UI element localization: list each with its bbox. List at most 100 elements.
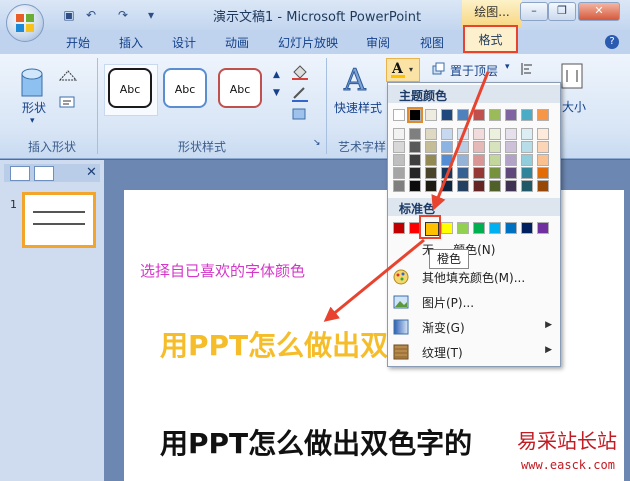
theme-shade-swatch[interactable] [473, 141, 485, 153]
redo-icon[interactable]: ↷ [114, 6, 132, 24]
standard-color-swatch[interactable] [457, 222, 469, 234]
theme-shade-swatch[interactable] [505, 141, 517, 153]
quick-access-dropdown-icon[interactable]: ▾ [142, 6, 160, 24]
standard-color-swatch[interactable] [441, 222, 453, 234]
theme-shade-swatch[interactable] [537, 167, 549, 179]
standard-color-swatch[interactable] [425, 222, 439, 236]
theme-shade-swatch[interactable] [393, 167, 405, 179]
tab-review[interactable]: 审阅 [366, 34, 390, 51]
standard-color-swatch[interactable] [393, 222, 405, 234]
theme-shade-swatch[interactable] [505, 167, 517, 179]
theme-shade-swatch[interactable] [505, 128, 517, 140]
theme-shade-swatch[interactable] [409, 128, 421, 140]
theme-shade-swatch[interactable] [425, 167, 437, 179]
shapes-dropdown-icon[interactable]: ▾ [30, 116, 35, 126]
theme-shade-swatch[interactable] [393, 180, 405, 192]
theme-shade-swatch[interactable] [409, 167, 421, 179]
save-icon[interactable]: ▣ [60, 6, 78, 24]
theme-shade-swatch[interactable] [489, 167, 501, 179]
dialog-launcher-icon[interactable]: ↘ [313, 138, 321, 148]
theme-shade-swatch[interactable] [425, 154, 437, 166]
quick-styles-icon[interactable]: A [340, 62, 374, 97]
theme-shade-swatch[interactable] [537, 180, 549, 192]
shape-effects-icon[interactable] [290, 106, 310, 124]
theme-shade-swatch[interactable] [521, 167, 533, 179]
theme-shade-swatch[interactable] [457, 128, 469, 140]
theme-shade-swatch[interactable] [521, 128, 533, 140]
theme-shade-swatch[interactable] [441, 180, 453, 192]
shape-style-red[interactable]: Abc [218, 68, 262, 108]
theme-shade-swatch[interactable] [393, 128, 405, 140]
theme-shade-swatch[interactable] [537, 154, 549, 166]
more-colors-item[interactable]: 其他填充颜色(M)... [388, 266, 560, 288]
theme-color-swatch[interactable] [521, 109, 533, 121]
bring-front-label[interactable]: 置于顶层 [450, 62, 498, 79]
bring-front-dropdown-icon[interactable]: ▾ [505, 62, 510, 72]
restore-button[interactable]: ❐ [548, 2, 576, 21]
shapes-label[interactable]: 形状 [22, 99, 46, 116]
shape-outline-icon[interactable] [290, 84, 310, 102]
theme-shade-swatch[interactable] [473, 128, 485, 140]
slide-thumbnail[interactable] [22, 192, 96, 248]
tab-animation[interactable]: 动画 [225, 34, 249, 51]
shape-style-blue[interactable]: Abc [163, 68, 207, 108]
standard-color-swatch[interactable] [473, 222, 485, 234]
standard-color-swatch[interactable] [409, 222, 421, 234]
standard-color-swatch[interactable] [489, 222, 501, 234]
theme-color-swatch[interactable] [425, 109, 437, 121]
theme-color-swatch[interactable] [505, 109, 517, 121]
size-icon[interactable] [558, 62, 586, 90]
theme-shade-swatch[interactable] [473, 167, 485, 179]
theme-shade-swatch[interactable] [457, 141, 469, 153]
theme-shade-swatch[interactable] [473, 154, 485, 166]
theme-shade-swatch[interactable] [457, 154, 469, 166]
size-label[interactable]: 大小 [562, 98, 586, 115]
theme-color-swatch[interactable] [457, 109, 469, 121]
help-icon[interactable]: ? [605, 35, 619, 49]
shapes-icon[interactable] [18, 60, 50, 100]
theme-shade-swatch[interactable] [409, 180, 421, 192]
gallery-scroll-up-icon[interactable]: ▲ [273, 70, 280, 80]
no-fill-item[interactable]: 无 颜色(N) [388, 238, 560, 260]
slides-tab[interactable] [10, 166, 30, 181]
theme-shade-swatch[interactable] [521, 141, 533, 153]
undo-icon[interactable]: ↶ [82, 6, 100, 24]
outline-tab[interactable] [34, 166, 54, 181]
shape-fill-icon[interactable] [290, 62, 310, 80]
textbox-icon[interactable] [58, 94, 78, 110]
close-button[interactable]: ✕ [578, 2, 620, 21]
theme-shade-swatch[interactable] [441, 128, 453, 140]
edit-shape-icon[interactable] [58, 68, 78, 84]
theme-shade-swatch[interactable] [489, 154, 501, 166]
theme-shade-swatch[interactable] [521, 154, 533, 166]
quick-styles-label[interactable]: 快速样式 [334, 99, 382, 116]
theme-shade-swatch[interactable] [393, 141, 405, 153]
text-fill-button[interactable]: A ▾ [386, 58, 420, 82]
theme-color-swatch[interactable] [407, 107, 423, 123]
theme-color-swatch[interactable] [393, 109, 405, 121]
theme-shade-swatch[interactable] [441, 167, 453, 179]
theme-shade-swatch[interactable] [441, 154, 453, 166]
theme-shade-swatch[interactable] [425, 128, 437, 140]
tab-home[interactable]: 开始 [66, 34, 90, 51]
tab-view[interactable]: 视图 [420, 34, 444, 51]
theme-shade-swatch[interactable] [457, 180, 469, 192]
standard-color-swatch[interactable] [521, 222, 533, 234]
theme-shade-swatch[interactable] [537, 128, 549, 140]
theme-shade-swatch[interactable] [537, 141, 549, 153]
tab-design[interactable]: 设计 [172, 34, 196, 51]
theme-shade-swatch[interactable] [473, 180, 485, 192]
tab-slideshow[interactable]: 幻灯片放映 [278, 34, 338, 51]
theme-color-swatch[interactable] [441, 109, 453, 121]
minimize-button[interactable]: – [520, 2, 548, 21]
gallery-scroll-down-icon[interactable]: ▼ [273, 88, 280, 98]
pane-close-icon[interactable]: ✕ [86, 165, 97, 180]
theme-shade-swatch[interactable] [489, 180, 501, 192]
texture-item[interactable]: 纹理(T) ▶ [388, 341, 560, 363]
theme-shade-swatch[interactable] [441, 141, 453, 153]
theme-color-swatch[interactable] [489, 109, 501, 121]
theme-shade-swatch[interactable] [393, 154, 405, 166]
theme-shade-swatch[interactable] [489, 141, 501, 153]
theme-color-swatch[interactable] [537, 109, 549, 121]
standard-color-swatch[interactable] [537, 222, 549, 234]
